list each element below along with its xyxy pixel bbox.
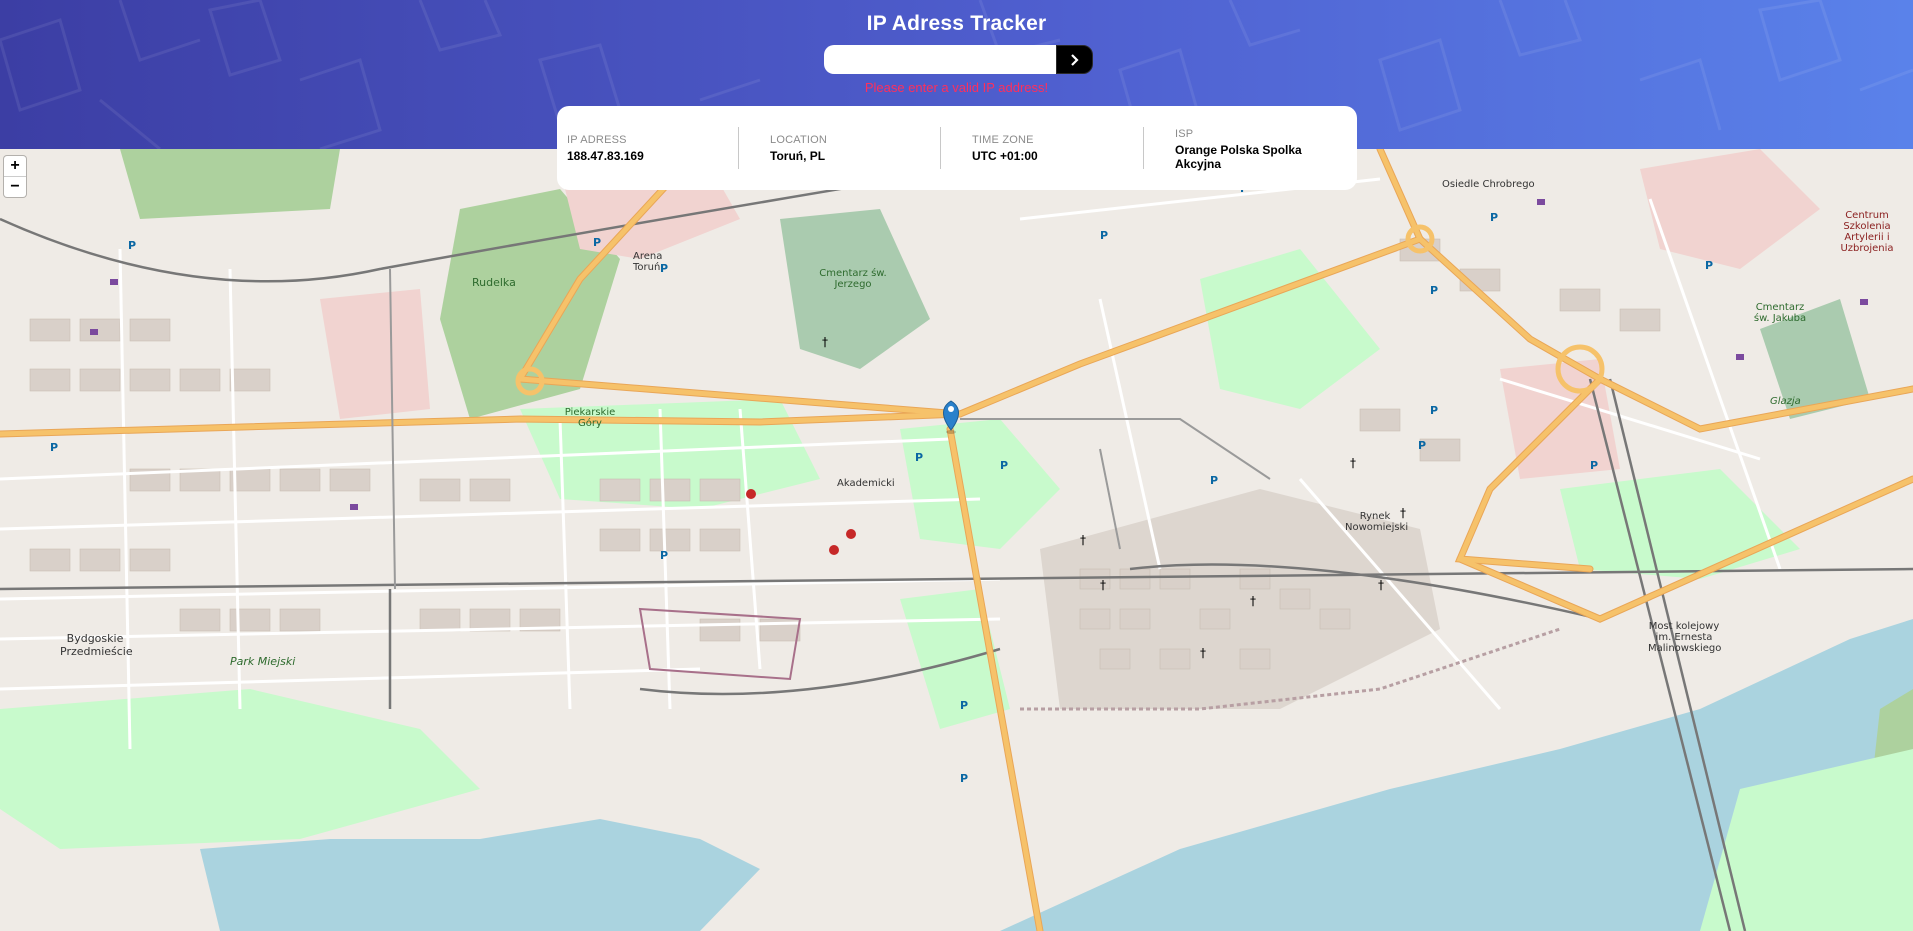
svg-text:P: P [1430,404,1438,417]
map-label-akademicki: Akademicki [837,478,895,489]
svg-text:P: P [1490,211,1498,224]
info-divider [940,127,941,169]
timezone-label: TIME ZONE [972,133,1034,146]
svg-text:P: P [1705,259,1713,272]
map-zoom-control: + − [4,156,26,197]
map-label-piekarskie-gory: Piekarskie Góry [564,407,616,429]
svg-text:†: † [1250,594,1256,608]
search-submit-button[interactable] [1056,45,1093,74]
location-value: Toruń, PL [770,148,826,163]
timezone-value: UTC +01:00 [972,148,1038,163]
map-label-rynek: Rynek Nowomiejski [1345,511,1409,533]
svg-text:P: P [1430,284,1438,297]
svg-text:P: P [1000,459,1008,472]
svg-text:P: P [593,236,601,249]
map-label-most: Most kolejowy im. Ernesta Malinowskiego [1648,621,1722,654]
zoom-out-button[interactable]: − [4,176,26,197]
error-message: Please enter a valid IP address! [864,80,1049,95]
svg-text:P: P [1590,459,1598,472]
isp-block: ISP Orange Polska Spolka Akcyjna [1175,106,1325,190]
svg-text:P: P [915,451,923,464]
svg-text:P: P [660,549,668,562]
isp-value: Orange Polska Spolka Akcyjna [1175,143,1302,171]
svg-text:P: P [960,699,968,712]
page-title: IP Adress Tracker [866,12,1047,35]
isp-label: ISP [1175,128,1194,140]
zoom-in-button[interactable]: + [4,156,26,176]
map-label-glazja: Glazja [1770,396,1801,407]
search-form [824,45,1093,74]
info-divider [738,127,739,169]
map-label-osiedle-chrobrego: Osiedle Chrobrego [1442,179,1535,190]
map-label-bydgoskie: Bydgoskie Przedmieście [60,632,133,658]
location-label: LOCATION [770,133,828,146]
svg-text:P: P [960,772,968,785]
map-label-arena: Arena Toruń [633,251,663,273]
ip-address-value: 188.47.83.169 [567,148,644,163]
svg-text:†: † [1350,456,1356,470]
svg-text:P: P [1418,439,1426,452]
ip-search-input[interactable] [824,45,1056,74]
map-label-cmentarz-jakuba: Cmentarz św. Jakuba [1753,302,1807,324]
svg-text:P: P [1100,229,1108,242]
svg-text:†: † [1100,578,1106,592]
svg-text:†: † [1080,533,1086,547]
svg-text:†: † [1200,646,1206,660]
svg-text:P: P [1210,474,1218,487]
svg-text:P: P [50,441,58,454]
map-label-rudelka: Rudelka [472,276,516,289]
location-block: LOCATION Toruń, PL [770,106,940,190]
svg-text:†: † [1378,578,1384,592]
map-tiles: PPP PPP PPP PPP PPP PPP ††† ††† †† [0,149,1913,931]
map-label-park-miejski: Park Miejski [230,655,296,668]
info-divider [1143,127,1144,169]
ip-address-label: IP ADRESS [567,133,627,146]
ip-address-block: IP ADRESS 188.47.83.169 [567,106,747,190]
map-label-centrum-szkolenia: Centrum Szkolenia Artylerii i Uzbrojenia [1840,210,1894,254]
svg-text:P: P [128,239,136,252]
ip-info-card: IP ADRESS 188.47.83.169 LOCATION Toruń, … [557,106,1357,190]
map-view[interactable]: PPP PPP PPP PPP PPP PPP ††† ††† †† Ru [0,149,1913,931]
timezone-block: TIME ZONE UTC +01:00 [972,106,1142,190]
svg-text:†: † [822,335,828,349]
map-label-cmentarz-jerzego: Cmentarz św. Jerzego [819,268,887,290]
chevron-right-icon [1070,53,1079,66]
